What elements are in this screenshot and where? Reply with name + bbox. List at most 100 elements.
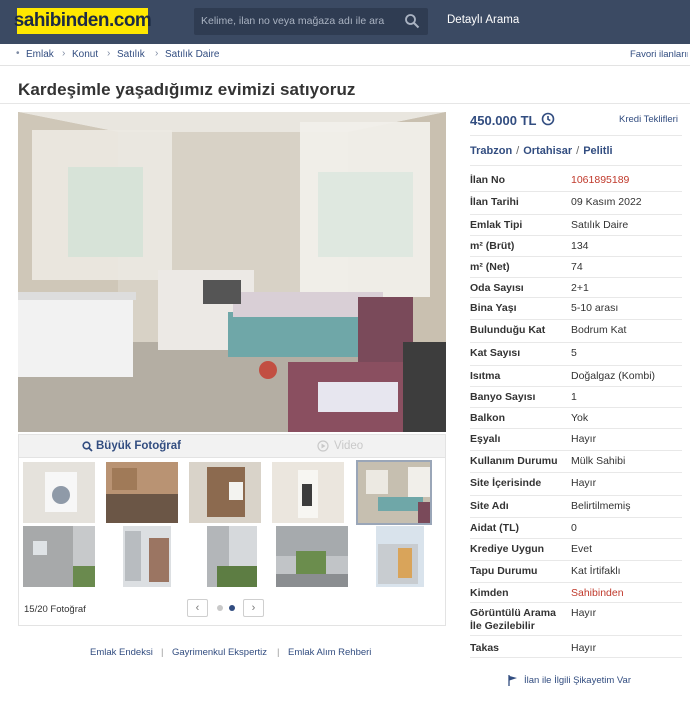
detail-value: 5	[571, 347, 577, 359]
detail-value: Hayır	[571, 607, 597, 619]
detail-label: Oda Sayısı	[470, 282, 524, 294]
prev-photo-button[interactable]: ‹	[187, 599, 208, 617]
magnifier-icon	[82, 441, 93, 452]
pager-dot-active[interactable]	[229, 605, 235, 611]
site-logo[interactable]: sahibinden.com	[14, 8, 152, 34]
detail-divider	[470, 386, 682, 387]
breadcrumb-item[interactable]: Satılık Daire	[165, 49, 219, 60]
detail-divider	[470, 472, 682, 473]
search-icon[interactable]	[404, 13, 420, 29]
location-neighborhood[interactable]: Pelitli	[583, 145, 612, 157]
detail-value: 1	[571, 391, 577, 403]
thumbnail[interactable]	[276, 526, 348, 587]
detail-divider	[470, 277, 682, 278]
detail-label: Tapu Durumu	[470, 565, 538, 577]
thumbnail[interactable]	[123, 526, 195, 587]
thumbnail[interactable]	[23, 462, 95, 523]
flag-icon	[508, 675, 517, 686]
search-placeholder: Kelime, ilan no veya mağaza adı ile ara	[201, 15, 385, 27]
detail-value: Hayır	[571, 477, 597, 489]
thumbnail[interactable]	[189, 462, 261, 523]
thumbnail[interactable]	[272, 462, 344, 523]
detail-divider	[470, 602, 682, 603]
detail-value: Satılık Daire	[571, 219, 629, 231]
detail-divider	[470, 297, 682, 298]
detail-divider	[470, 191, 682, 192]
detail-label: Isıtma	[470, 370, 501, 382]
detail-divider	[470, 319, 682, 320]
detail-value: 1061895189	[571, 174, 630, 186]
detail-value: Sahibinden	[571, 587, 624, 599]
detail-value: 134	[571, 240, 589, 252]
big-photo-button[interactable]: Büyük Fotoğraf	[96, 440, 181, 452]
detail-label: m² (Brüt)	[470, 240, 515, 252]
detail-label: Kat Sayısı	[470, 347, 521, 359]
top-header: sahibinden.com Kelime, ilan no veya mağa…	[0, 0, 690, 44]
detail-divider	[470, 342, 682, 343]
price-history-icon[interactable]	[541, 112, 555, 126]
detail-divider	[470, 657, 682, 658]
detail-value: Belirtilmemiş	[571, 500, 631, 512]
breadcrumb-item[interactable]: Konut	[72, 49, 98, 60]
detail-divider	[470, 214, 682, 215]
location-breadcrumb: Trabzon / Ortahisar / Pelitli	[470, 145, 613, 157]
detail-value: 2+1	[571, 282, 589, 294]
detail-label: Aidat (TL)	[470, 522, 519, 534]
detail-value: 09 Kasım 2022	[571, 196, 642, 208]
detail-label: Balkon	[470, 412, 506, 424]
detail-value: Evet	[571, 543, 593, 555]
listing-title: Kardeşimle yaşadığımız evimizi satıyoruz	[18, 80, 356, 99]
location-separator: /	[516, 145, 520, 157]
thumbnail[interactable]	[376, 526, 448, 587]
logo-text: sahibinden.com	[13, 10, 152, 31]
detail-label: Bina Yaşı	[470, 302, 517, 314]
location-separator: /	[576, 145, 580, 157]
thumbnail[interactable]	[106, 462, 178, 523]
listing-price: 450.000 TL	[470, 113, 537, 128]
detail-value: Mülk Sahibi	[571, 455, 626, 467]
footer-link[interactable]: Emlak Alım Rehberi	[288, 647, 371, 658]
main-photo[interactable]	[18, 112, 446, 432]
play-icon	[317, 440, 329, 452]
detail-divider	[470, 517, 682, 518]
detail-label: Site Adı	[470, 500, 509, 512]
next-photo-button[interactable]: ›	[243, 599, 264, 617]
search-input[interactable]: Kelime, ilan no veya mağaza adı ile ara	[194, 8, 428, 35]
breadcrumb: • Emlak › Konut › Satılık › Satılık Dair…	[0, 44, 690, 66]
breadcrumb-item[interactable]: Satılık	[117, 49, 145, 60]
detail-label: Banyo Sayısı	[470, 391, 536, 403]
thumbnail[interactable]	[23, 526, 95, 587]
breadcrumb-bullet-icon: ›	[155, 48, 159, 59]
detail-label: Kimden	[470, 587, 509, 599]
detail-divider	[470, 428, 682, 429]
detail-label: Kullanım Durumu	[470, 455, 558, 467]
report-listing-link[interactable]: İlan ile İlgili Şikayetim Var	[524, 675, 631, 686]
thumbnail[interactable]	[207, 526, 279, 587]
detail-value: Yok	[571, 412, 589, 424]
pager-dot[interactable]	[217, 605, 223, 611]
location-city[interactable]: Trabzon	[470, 145, 512, 157]
detail-divider	[470, 235, 682, 236]
thumbnail-grid: 15/20 Fotoğraf ‹ ›	[18, 458, 446, 626]
breadcrumb-bullet-icon: •	[16, 48, 20, 59]
detail-label: m² (Net)	[470, 261, 510, 273]
favorites-link[interactable]: Favori ilanlarım	[630, 49, 688, 60]
video-button[interactable]: Video	[334, 440, 363, 452]
detail-divider	[470, 538, 682, 539]
detail-divider	[470, 407, 682, 408]
breadcrumb-item[interactable]: Emlak	[26, 49, 54, 60]
detail-divider	[470, 495, 682, 496]
footer-separator: |	[161, 647, 164, 658]
detail-divider	[470, 450, 682, 451]
detail-label: İlan No	[470, 174, 506, 186]
credit-offers-link[interactable]: Kredi Teklifleri	[619, 114, 690, 125]
thumbnail-selected[interactable]	[356, 460, 432, 525]
photo-toolbar: Büyük Fotoğraf Video	[18, 434, 446, 458]
advanced-search-link[interactable]: Detaylı Arama	[447, 14, 519, 26]
detail-label: Bulunduğu Kat	[470, 324, 546, 336]
detail-divider	[470, 635, 682, 636]
footer-separator: |	[277, 647, 280, 658]
footer-link[interactable]: Gayrimenkul Ekspertiz	[172, 647, 267, 658]
location-district[interactable]: Ortahisar	[523, 145, 572, 157]
footer-link[interactable]: Emlak Endeksi	[90, 647, 153, 658]
